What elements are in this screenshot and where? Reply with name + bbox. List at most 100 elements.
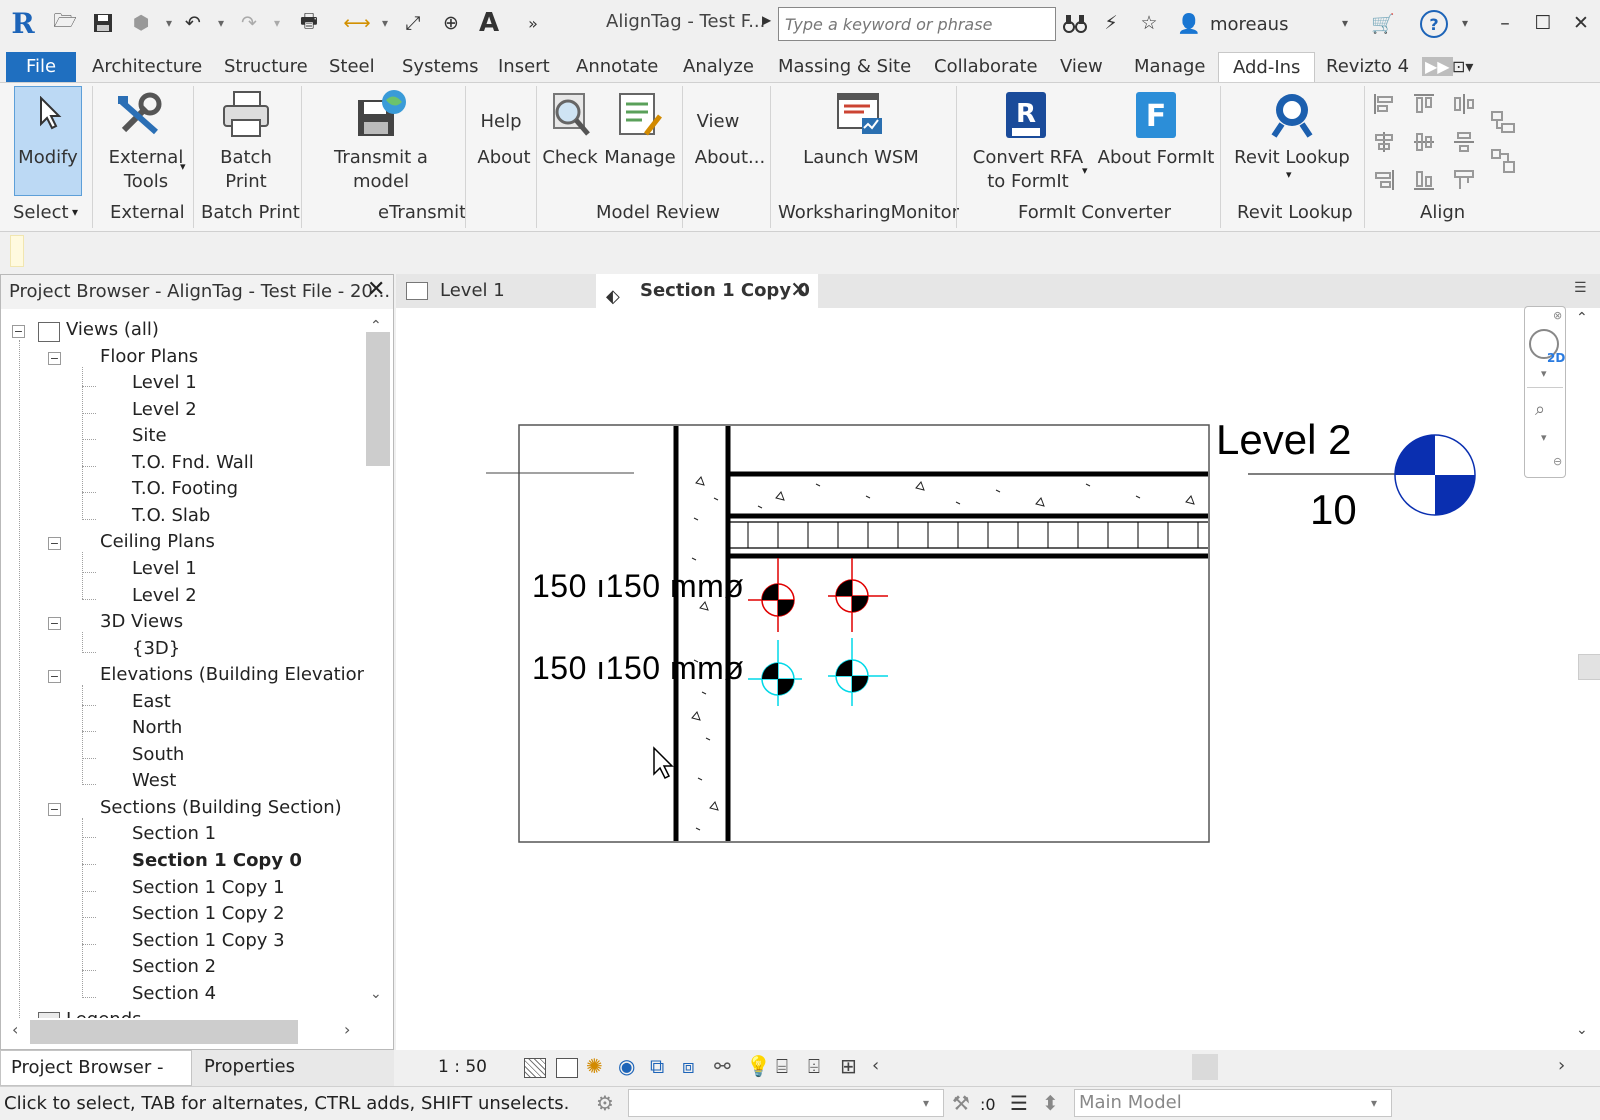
text-icon[interactable]: A — [476, 8, 502, 38]
tag-label-red[interactable]: 150 ı150 mmø — [532, 568, 744, 605]
tree-item[interactable]: Section 1 — [132, 823, 216, 844]
wheel-dropdown-icon[interactable]: ▾ — [1541, 367, 1547, 380]
check-model-icon[interactable] — [548, 90, 594, 144]
align-center-icon[interactable] — [1372, 130, 1396, 158]
collapse-toggle-icon[interactable]: − — [48, 802, 61, 816]
zoom-icon[interactable]: ⌕ — [1535, 399, 1545, 420]
external-tools-label-1[interactable]: External — [104, 146, 188, 170]
tab-section-1-copy-0[interactable]: ⬖ Section 1 Copy 0 ✕ — [596, 274, 818, 308]
undo-dropdown-icon[interactable]: ▾ — [208, 10, 234, 36]
about-formit-button[interactable]: About FormIt — [1096, 146, 1216, 170]
zoom-dropdown-icon[interactable]: ▾ — [1541, 431, 1547, 444]
crop-view-icon[interactable]: ⧉ — [650, 1054, 664, 1078]
tag-symbols[interactable] — [742, 558, 892, 708]
scroll-right-icon[interactable]: › — [344, 1020, 350, 1039]
arrange-tags-icon[interactable] — [1452, 168, 1476, 196]
help-dropdown-icon[interactable]: ▾ — [1452, 10, 1478, 36]
dropdown-arrow-icon[interactable]: ▾ — [156, 10, 182, 36]
collapse-toggle-icon[interactable]: − — [48, 670, 61, 684]
tree-item[interactable]: Level 2 — [132, 399, 197, 420]
tag-label-cyan[interactable]: 150 ı150 mmø — [532, 650, 744, 687]
etransmit-help-button[interactable]: Help — [476, 110, 526, 134]
cart-icon[interactable]: 🛒 — [1370, 10, 1396, 36]
panel-select[interactable]: Select — [13, 202, 69, 223]
reveal-hidden-icon[interactable]: ⌸ — [776, 1054, 788, 1078]
tab-add-ins[interactable]: Add-Ins — [1218, 52, 1316, 82]
tree-item[interactable]: Ceiling Plans — [100, 531, 215, 552]
undo-icon[interactable]: ↶ — [180, 10, 206, 36]
close-icon[interactable]: ✕ — [1568, 10, 1594, 36]
select-dropdown-icon[interactable]: ▾ — [72, 205, 78, 219]
manage-review-icon[interactable] — [616, 90, 664, 144]
distribute-vertical-icon[interactable] — [1452, 130, 1476, 158]
tree-item[interactable]: Level 1 — [132, 372, 197, 393]
tab-properties[interactable]: Properties — [194, 1050, 344, 1086]
tab-file[interactable]: File — [6, 52, 77, 82]
canvas-scroll-down-icon[interactable]: ⌄ — [1576, 1022, 1588, 1038]
viewbar-scroll-left-icon[interactable]: ‹ — [872, 1055, 879, 1076]
external-tools-icon[interactable] — [116, 90, 166, 142]
tree-item[interactable]: Sections (Building Section) — [100, 797, 342, 818]
tab-level-1[interactable]: Level 1 — [396, 274, 592, 308]
launch-wsm-button[interactable]: Launch WSM — [796, 146, 926, 170]
user-name[interactable]: moreaus — [1210, 14, 1288, 35]
browser-vertical-scrollbar[interactable]: ⌃ ⌄ — [364, 318, 392, 1008]
temp-properties-icon[interactable]: ⌹ — [808, 1054, 820, 1078]
external-tools-label-2[interactable]: Tools — [104, 170, 188, 194]
tab-structure[interactable]: Structure — [218, 52, 314, 82]
dimension-icon[interactable]: ⤢ — [400, 10, 426, 36]
design-option-combo[interactable]: Main Model ▾ — [1074, 1089, 1392, 1117]
worksharing-monitor-icon[interactable] — [836, 90, 884, 142]
temporary-hide-icon[interactable]: 💡 — [746, 1054, 771, 1078]
tree-item[interactable]: Section 1 Copy 2 — [132, 903, 285, 924]
tree-item[interactable]: T.O. Slab — [132, 505, 210, 526]
tree-item[interactable]: West — [132, 770, 176, 791]
manage-button[interactable]: Manage — [604, 146, 676, 170]
nav-options-icon[interactable]: ⊖ — [1553, 455, 1562, 468]
tag-icon[interactable]: ⊕ — [438, 10, 464, 36]
tab-view[interactable]: View — [1054, 52, 1109, 82]
browser-horizontal-scrollbar[interactable]: ‹ › — [8, 1018, 364, 1046]
scroll-left-icon[interactable]: ‹ — [12, 1020, 18, 1039]
scroll-down-icon[interactable]: ⌄ — [370, 986, 382, 1002]
tab-analyze[interactable]: Analyze — [677, 52, 760, 82]
convert-rfa-label-2[interactable]: to FormIt — [966, 170, 1090, 194]
align-right-icon[interactable] — [1372, 168, 1396, 196]
batch-print-button[interactable]: Batch Print — [198, 146, 294, 194]
h-scroll-thumb[interactable] — [30, 1020, 298, 1044]
redo-icon[interactable]: ↷ — [236, 10, 262, 36]
drawing-canvas[interactable]: 150 ı150 mmø 150 ı150 mmø Level 2 10 ⊗ 2… — [396, 306, 1600, 1050]
untangle-icon[interactable] — [1490, 148, 1516, 178]
shadows-icon[interactable]: ◉ — [618, 1054, 635, 1078]
measure-icon[interactable]: ⟷ — [343, 10, 370, 36]
tab-systems[interactable]: Systems — [396, 52, 485, 82]
tree-item[interactable]: Section 4 — [132, 983, 216, 1004]
tree-item[interactable]: East — [132, 691, 171, 712]
favorites-icon[interactable]: ☆ — [1136, 10, 1162, 36]
tabs-menu-icon[interactable]: ☰ — [1574, 280, 1587, 296]
close-tab-icon[interactable]: ✕ — [790, 274, 808, 308]
convert-rfa-label-1[interactable]: Convert RFA — [966, 146, 1090, 170]
filter-icon[interactable]: ☰ — [1010, 1091, 1028, 1115]
worksets-icon[interactable]: ⚙ — [596, 1091, 614, 1115]
viewbar-scroll-right-icon[interactable]: › — [1558, 1055, 1565, 1076]
level-name[interactable]: Level 2 — [1216, 416, 1351, 464]
tab-insert[interactable]: Insert — [492, 52, 556, 82]
tree-item[interactable]: Level 1 — [132, 558, 197, 579]
tree-item[interactable]: T.O. Fnd. Wall — [132, 452, 254, 473]
open-icon[interactable]: 🗁 — [52, 10, 78, 36]
tree-item[interactable]: North — [132, 717, 182, 738]
revit-lookup-dropdown-icon[interactable]: ▾ — [1286, 168, 1292, 181]
tab-project-browser[interactable]: Project Browser - A... — [0, 1050, 192, 1112]
unlock-3d-icon[interactable]: ⚯ — [714, 1054, 731, 1078]
help-icon[interactable]: ? — [1420, 10, 1448, 38]
tab-massing-site[interactable]: Massing & Site — [772, 52, 917, 82]
tree-item[interactable]: Section 1 Copy 3 — [132, 930, 285, 951]
revit-logo-icon[interactable]: R — [8, 7, 38, 40]
collapse-toggle-icon[interactable]: − — [48, 351, 61, 365]
etransmit-about-button[interactable]: About — [476, 146, 532, 170]
tree-item[interactable]: Views (all) — [66, 319, 159, 340]
binoculars-icon[interactable] — [1062, 10, 1088, 36]
align-middle-icon[interactable] — [1412, 130, 1436, 158]
tab-architecture[interactable]: Architecture — [86, 52, 208, 82]
